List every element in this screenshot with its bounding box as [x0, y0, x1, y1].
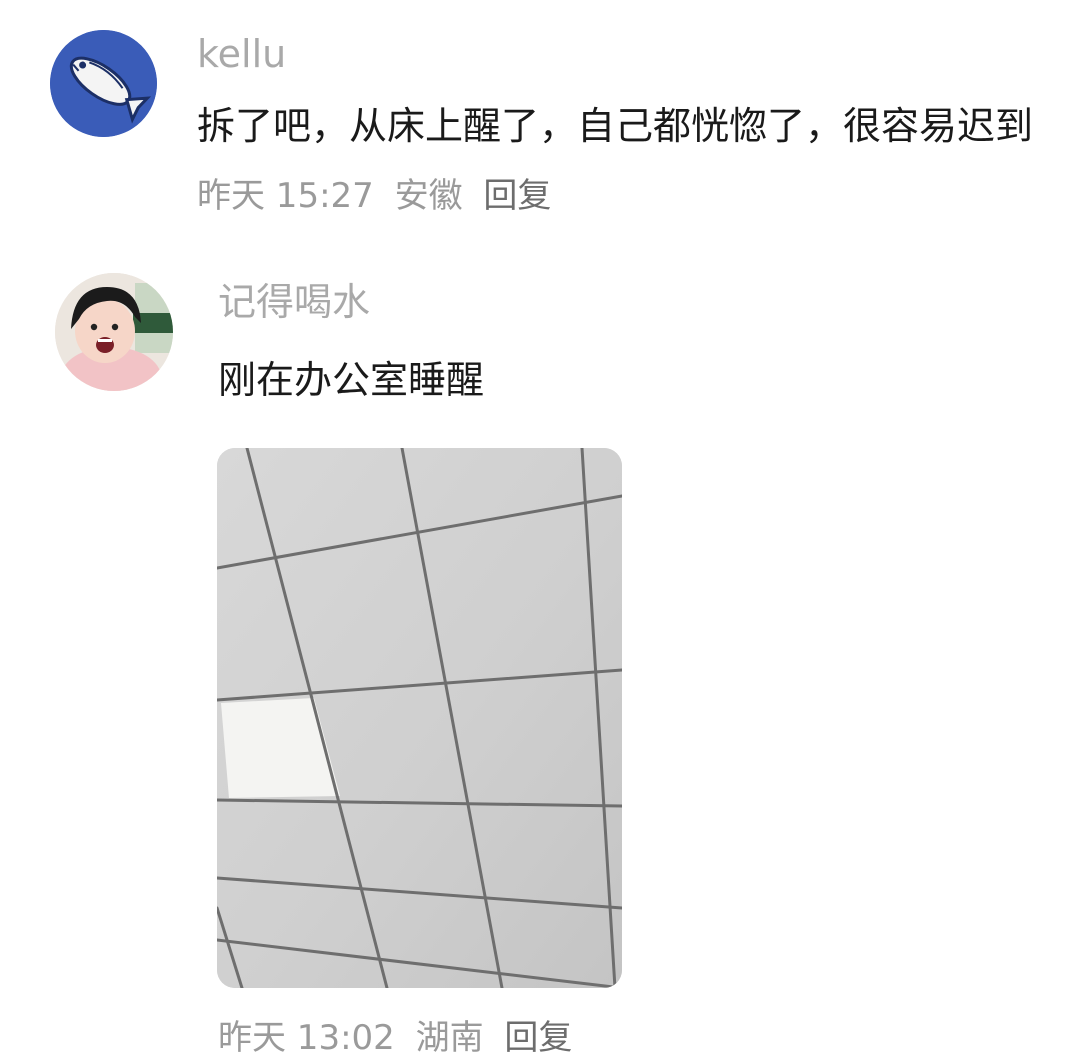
attached-photo[interactable] — [217, 448, 622, 988]
comment-meta: 昨天 15:27 安徽 回复 — [197, 176, 561, 216]
user-avatar[interactable] — [50, 30, 157, 137]
comment-meta: 昨天 13:02 湖南 回复 — [218, 1010, 582, 1059]
comment-body: 刚在办公室睡醒 — [218, 346, 1038, 414]
person-photo-avatar — [55, 273, 173, 391]
comment-time: 昨天 13:02 — [218, 1018, 395, 1058]
comment-location: 安徽 — [394, 176, 463, 216]
comment-text: 刚在办公室睡醒 — [218, 358, 485, 402]
reply-button[interactable]: 回复 — [504, 1018, 572, 1058]
office-ceiling-photo — [217, 448, 622, 988]
username[interactable]: 记得喝水 — [218, 280, 370, 324]
comment-text: 拆了吧，从床上醒了，自己都恍惚了，很容易迟到 — [197, 104, 1034, 148]
fish-icon — [50, 30, 157, 137]
username[interactable]: kellu — [197, 32, 286, 76]
comment-body: 拆了吧，从床上醒了，自己都恍惚了，很容易迟到 昨天 15:27 安徽 回复 — [197, 92, 1077, 230]
reply-button[interactable]: 回复 — [483, 176, 551, 216]
comment-time: 昨天 15:27 — [197, 176, 374, 216]
user-avatar[interactable] — [55, 273, 173, 391]
comment-location: 湖南 — [415, 1018, 484, 1058]
